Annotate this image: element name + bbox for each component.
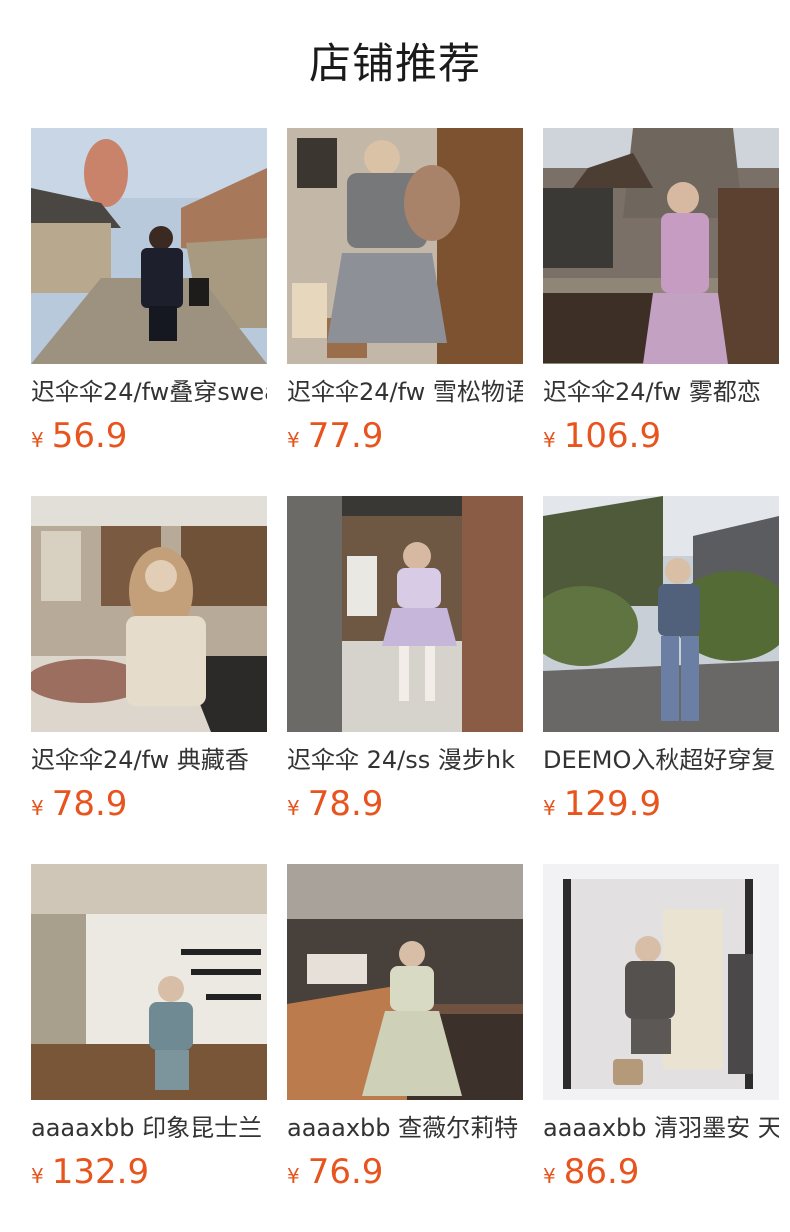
- product-image[interactable]: [31, 128, 267, 364]
- product-name[interactable]: 迟伞伞 24/ss 漫步hk: [287, 742, 523, 778]
- product-price: ¥78.9: [287, 782, 383, 826]
- currency-symbol: ¥: [287, 796, 300, 820]
- price-amount: 56.9: [51, 416, 128, 456]
- product-card[interactable]: aaaaxbb 印象昆士兰 ¥132.9: [31, 864, 267, 1232]
- product-name[interactable]: 迟伞伞24/fw 典藏香: [31, 742, 267, 778]
- product-price: ¥86.9: [543, 1150, 639, 1194]
- product-card[interactable]: aaaaxbb 查薇尔莉特 ¥76.9: [287, 864, 523, 1232]
- product-card[interactable]: 迟伞伞24/fw 雪松物语 ¥77.9: [287, 128, 523, 496]
- product-card[interactable]: 迟伞伞24/fw叠穿sweater ¥56.9: [31, 128, 267, 496]
- price-amount: 132.9: [51, 1152, 150, 1192]
- product-image[interactable]: [287, 864, 523, 1100]
- product-card[interactable]: 迟伞伞24/fw 典藏香 ¥78.9: [31, 496, 267, 864]
- product-image[interactable]: [543, 864, 779, 1100]
- product-card[interactable]: aaaaxbb 清羽墨安 天 ¥86.9: [543, 864, 779, 1232]
- product-name[interactable]: 迟伞伞24/fw 雾都恋: [543, 374, 779, 410]
- product-card[interactable]: DEEMO入秋超好穿复 ¥129.9: [543, 496, 779, 864]
- currency-symbol: ¥: [287, 1164, 300, 1188]
- product-name[interactable]: 迟伞伞24/fw 雪松物语: [287, 374, 523, 410]
- product-image[interactable]: [287, 128, 523, 364]
- product-price: ¥106.9: [543, 414, 661, 458]
- price-amount: 76.9: [307, 1152, 384, 1192]
- price-amount: 106.9: [563, 416, 662, 456]
- currency-symbol: ¥: [31, 796, 44, 820]
- product-card[interactable]: 迟伞伞24/fw 雾都恋 ¥106.9: [543, 128, 779, 496]
- currency-symbol: ¥: [543, 428, 556, 452]
- product-image[interactable]: [31, 864, 267, 1100]
- product-image[interactable]: [543, 128, 779, 364]
- product-name[interactable]: aaaaxbb 查薇尔莉特: [287, 1110, 523, 1146]
- product-name[interactable]: DEEMO入秋超好穿复: [543, 742, 779, 778]
- product-card[interactable]: 迟伞伞 24/ss 漫步hk ¥78.9: [287, 496, 523, 864]
- product-price: ¥132.9: [31, 1150, 149, 1194]
- product-image[interactable]: [287, 496, 523, 732]
- product-name[interactable]: aaaaxbb 印象昆士兰: [31, 1110, 267, 1146]
- section-title: 店铺推荐: [308, 39, 481, 88]
- product-grid: 迟伞伞24/fw叠穿sweater ¥56.9 迟伞伞24/fw 雪松物语 ¥7…: [31, 128, 779, 1232]
- price-amount: 129.9: [563, 784, 662, 824]
- currency-symbol: ¥: [543, 1164, 556, 1188]
- product-name[interactable]: aaaaxbb 清羽墨安 天: [543, 1110, 779, 1146]
- currency-symbol: ¥: [31, 428, 44, 452]
- price-amount: 77.9: [307, 416, 384, 456]
- price-amount: 86.9: [563, 1152, 640, 1192]
- product-price: ¥78.9: [31, 782, 127, 826]
- currency-symbol: ¥: [543, 796, 556, 820]
- product-price: ¥129.9: [543, 782, 661, 826]
- product-image[interactable]: [31, 496, 267, 732]
- product-price: ¥76.9: [287, 1150, 383, 1194]
- currency-symbol: ¥: [31, 1164, 44, 1188]
- product-name[interactable]: 迟伞伞24/fw叠穿sweater: [31, 374, 267, 410]
- currency-symbol: ¥: [287, 428, 300, 452]
- product-image[interactable]: [543, 496, 779, 732]
- product-price: ¥77.9: [287, 414, 383, 458]
- price-amount: 78.9: [51, 784, 128, 824]
- product-price: ¥56.9: [31, 414, 127, 458]
- price-amount: 78.9: [307, 784, 384, 824]
